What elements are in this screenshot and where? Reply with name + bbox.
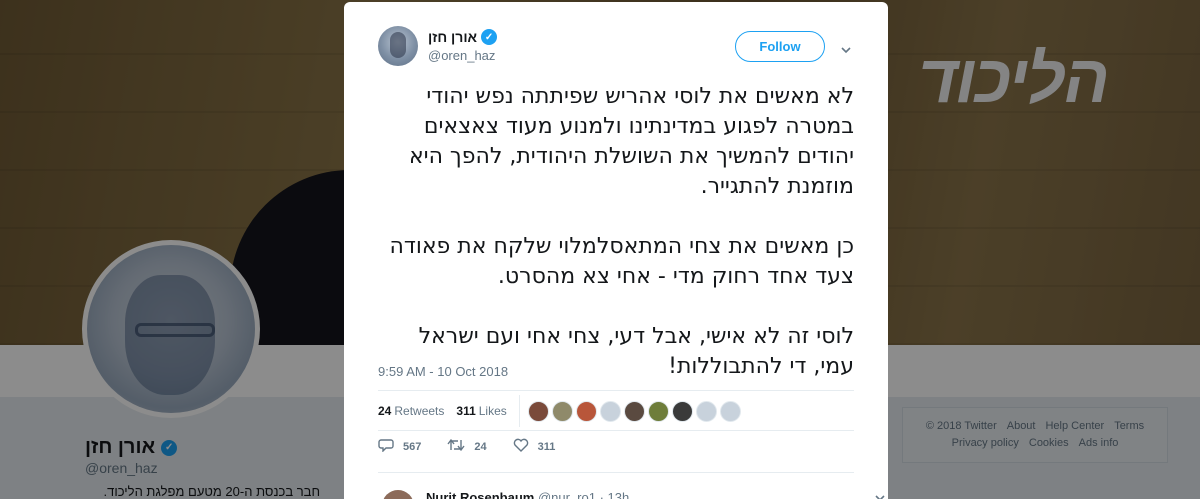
liker-avatar[interactable] — [695, 400, 717, 422]
like-count: 311 — [537, 440, 556, 453]
chevron-down-icon[interactable] — [874, 492, 886, 499]
likes-label[interactable]: Likes — [479, 404, 507, 418]
reply-tweet[interactable]: Nurit Rosenbaum @nur_ro1 · 13h — [378, 488, 885, 499]
liker-avatar[interactable] — [599, 400, 621, 422]
liker-avatar[interactable] — [671, 400, 693, 422]
retweets-stat[interactable]: 24 Retweets — [378, 404, 444, 418]
likes-stat[interactable]: 311 Likes — [456, 404, 506, 418]
divider — [378, 472, 854, 473]
tweet-paragraph: כן מאשים את צחי המתאסלמלוי שלקח את פאודה… — [389, 234, 854, 289]
author-avatar[interactable] — [378, 26, 418, 66]
author-name-text[interactable]: אורן חזן — [428, 29, 477, 45]
like-action[interactable]: 311 — [513, 438, 556, 455]
retweet-count: 24 — [474, 440, 487, 453]
tweet-actions: 567 24 311 — [378, 438, 555, 455]
liker-avatar[interactable] — [647, 400, 669, 422]
chevron-down-icon[interactable] — [840, 44, 852, 56]
retweet-action[interactable]: 24 — [447, 438, 487, 455]
divider — [378, 430, 854, 431]
retweet-icon[interactable] — [447, 438, 465, 455]
reply-author-handle[interactable]: @nur_ro1 · 13h — [538, 490, 629, 499]
liker-avatar[interactable] — [623, 400, 645, 422]
tweet-header: אורן חזן ✓ @oren_haz Follow — [378, 26, 854, 74]
divider — [378, 390, 854, 391]
tweet-timestamp[interactable]: 9:59 AM - 10 Oct 2018 — [378, 364, 508, 379]
author-handle[interactable]: @oren_haz — [428, 48, 495, 63]
heart-icon[interactable] — [513, 438, 529, 455]
author-name[interactable]: אורן חזן ✓ — [428, 29, 498, 45]
reply-author-name[interactable]: Nurit Rosenbaum — [426, 490, 534, 499]
reply-icon[interactable] — [378, 438, 394, 455]
liker-avatar[interactable] — [575, 400, 597, 422]
retweets-label[interactable]: Retweets — [394, 404, 444, 418]
tweet-paragraph: לא מאשים את לוסי אהריש שפיתתה נפש יהודי … — [408, 84, 854, 199]
follow-button[interactable]: Follow — [735, 31, 825, 62]
reply-count: 567 — [403, 440, 422, 453]
liker-avatar[interactable] — [551, 400, 573, 422]
likes-count[interactable]: 311 — [456, 404, 475, 418]
reply-avatar[interactable] — [382, 490, 414, 499]
tweet-text: לא מאשים את לוסי אהריש שפיתתה נפש יהודי … — [378, 82, 854, 382]
verified-check-icon: ✓ — [481, 29, 498, 45]
stats-separator — [518, 395, 520, 427]
retweets-count[interactable]: 24 — [378, 404, 391, 418]
liker-avatar[interactable] — [527, 400, 549, 422]
liker-avatars — [527, 400, 741, 422]
reply-author[interactable]: Nurit Rosenbaum @nur_ro1 · 13h — [426, 490, 629, 499]
liker-avatar[interactable] — [719, 400, 741, 422]
tweet-modal: אורן חזן ✓ @oren_haz Follow לא מאשים את … — [344, 2, 888, 499]
reply-action[interactable]: 567 — [378, 438, 421, 455]
tweet-stats: 24 Retweets 311 Likes — [378, 394, 854, 428]
